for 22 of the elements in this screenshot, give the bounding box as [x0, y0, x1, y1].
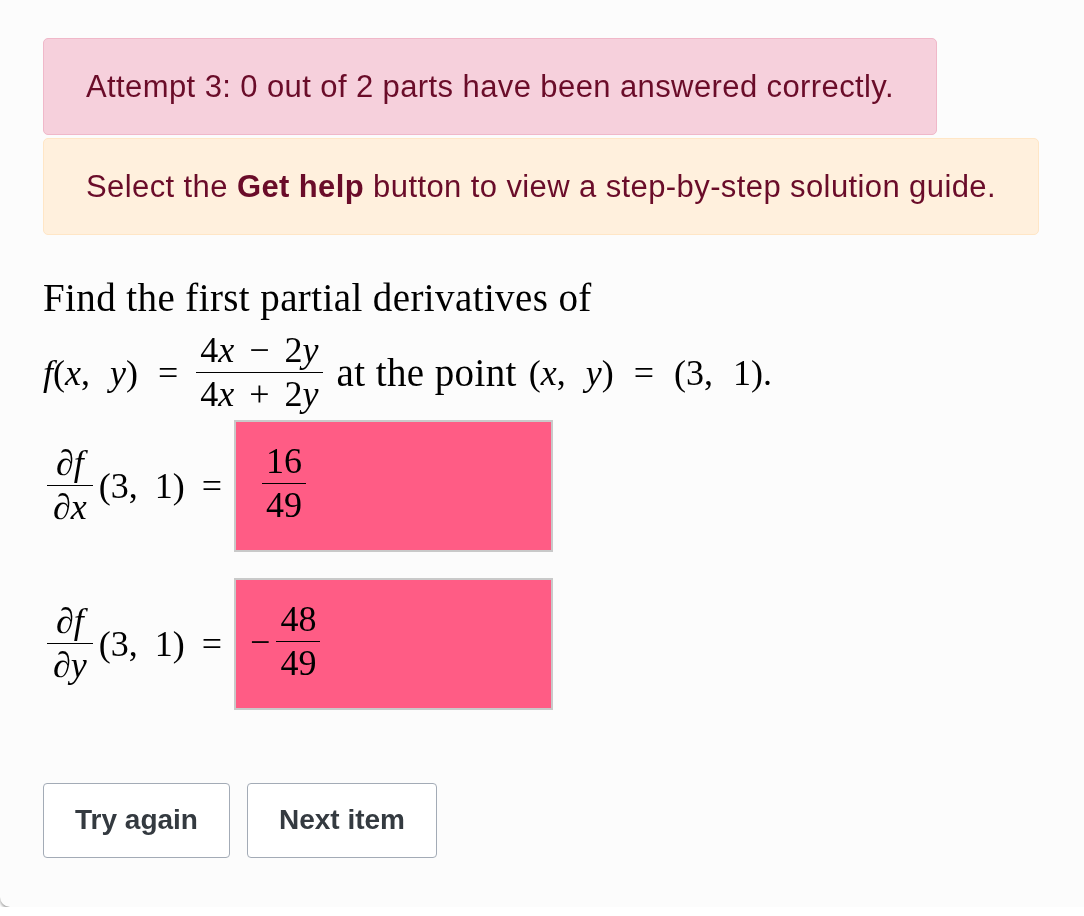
- fraction-denominator: 4x + 2y: [199, 373, 320, 416]
- derivative-denominator: ∂x: [52, 486, 88, 529]
- function-name: f(x, y) =: [43, 352, 179, 393]
- answer-denominator: 49: [265, 484, 304, 527]
- next-button[interactable]: Next item: [246, 782, 437, 858]
- derivative-denominator: ∂y: [52, 644, 88, 687]
- error-alert: Attempt 3: 0 out of 2 parts have been answered correctly.: [43, 38, 937, 135]
- hint-alert: Select the Get help button to view a step-by-step solution guide.: [43, 138, 1039, 235]
- answer-numerator: 48: [276, 598, 321, 643]
- retry-button[interactable]: Try again: [43, 782, 230, 858]
- minus-sign: −: [250, 621, 271, 662]
- answer-numerator: 16: [262, 440, 307, 485]
- derivative-numerator: ∂f: [47, 442, 93, 487]
- question-text: at the point: [336, 352, 517, 393]
- answer-denominator: 49: [279, 642, 318, 685]
- evaluation-point: (3, 1) =: [98, 465, 223, 506]
- question-text: Find the first partial derivatives of: [43, 275, 592, 321]
- evaluation-point: (3, 1) =: [98, 623, 223, 664]
- fraction-numerator: 4x − 2y: [196, 330, 323, 374]
- derivative-numerator: ∂f: [47, 600, 93, 645]
- point-expression: (x, y) = (3, 1).: [528, 352, 773, 393]
- answer-box[interactable]: 16 49: [234, 419, 554, 552]
